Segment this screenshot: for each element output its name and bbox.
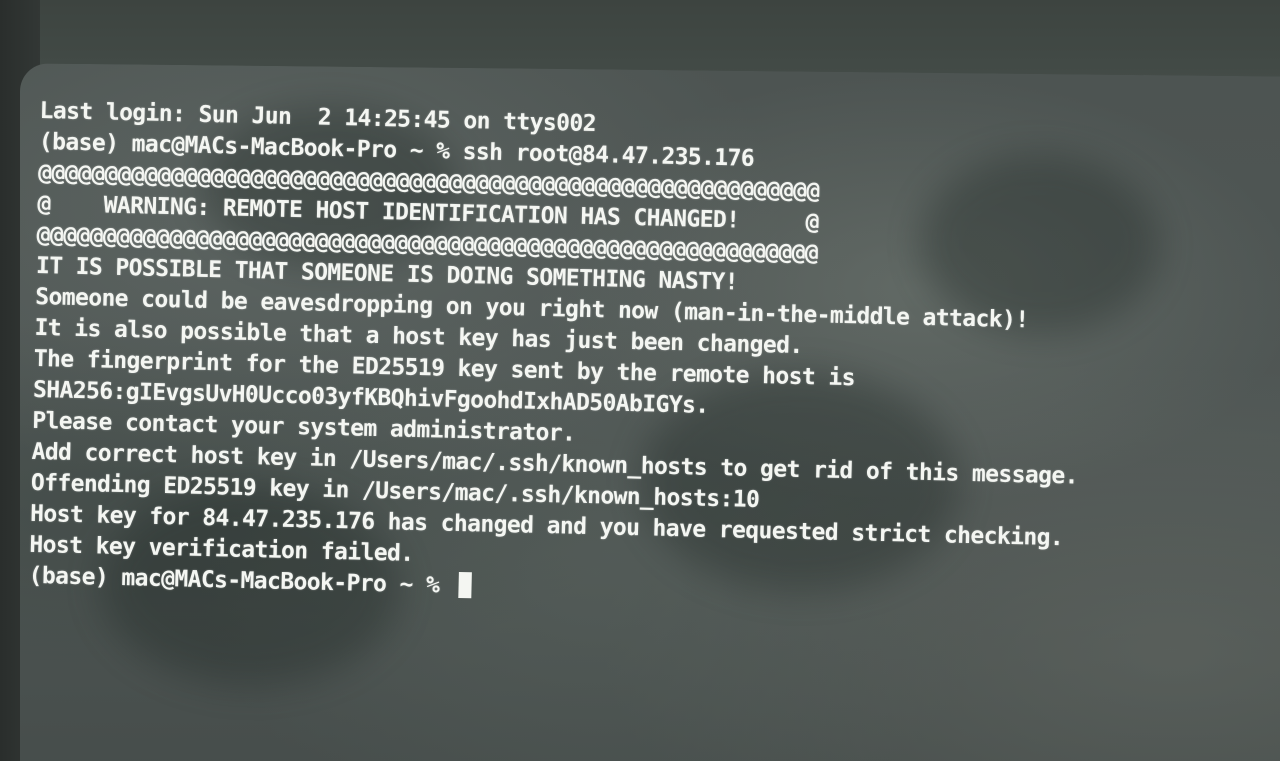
photo-of-laptop-screen: Last login: Sun Jun 2 14:25:45 on ttys00… (0, 0, 1280, 761)
terminal-window[interactable]: Last login: Sun Jun 2 14:25:45 on ttys00… (28, 96, 1239, 620)
terminal-cursor[interactable] (458, 571, 472, 599)
